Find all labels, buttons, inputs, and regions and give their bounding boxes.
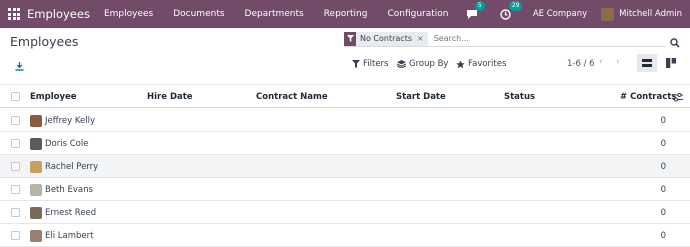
favorites-label: Favorites [468,59,507,69]
messages-badge: 5 [474,0,485,11]
avatar [30,230,42,242]
list-view-button[interactable] [637,54,657,72]
avatar [30,161,42,173]
top-navbar: Employees Employees Documents Department… [0,0,690,28]
table-row[interactable]: Rachel Perry 0 [0,155,690,178]
activities-button[interactable]: 29 [500,0,523,20]
employee-name: Rachel Perry [45,162,99,172]
favorites-button[interactable]: Favorites [456,59,506,69]
contracts-count: 0 [660,116,666,126]
search-bar: No Contracts × [344,31,666,47]
column-hire-date[interactable]: Hire Date [147,92,193,102]
layers-icon [397,60,406,68]
menu-reporting[interactable]: Reporting [324,9,368,19]
filter-icon [352,60,360,68]
kanban-view-icon [666,58,676,68]
menu-configuration[interactable]: Configuration [387,9,448,19]
contracts-count: 0 [660,162,666,172]
search-facet: No Contracts × [356,31,428,46]
row-checkbox[interactable] [11,185,20,194]
optional-columns-icon[interactable] [673,93,683,102]
activities-badge: 29 [508,0,523,11]
user-menu[interactable]: Mitchell Admin [619,9,682,19]
menu-departments[interactable]: Departments [245,9,304,19]
column-employee[interactable]: Employee [30,92,77,102]
table-header: Employee Hire Date Contract Name Start D… [0,84,690,108]
app-title[interactable]: Employees [27,7,90,21]
table-row[interactable]: Beth Evans 0 [0,178,690,201]
contracts-count: 0 [660,208,666,218]
employee-name: Jeffrey Kelly [45,116,95,126]
download-icon[interactable] [15,56,24,75]
user-avatar[interactable] [601,7,615,21]
row-checkbox[interactable] [11,116,20,125]
table-row[interactable]: Jeffrey Kelly 0 [0,109,690,132]
pager-value[interactable]: 1-6 / 6 [567,59,595,69]
chat-icon [466,9,477,19]
facet-remove-icon[interactable]: × [417,34,424,43]
row-checkbox[interactable] [11,162,20,171]
kanban-view-button[interactable] [661,54,681,72]
row-checkbox[interactable] [11,139,20,148]
employee-name: Eli Lambert [45,231,94,241]
table-row[interactable]: Ernest Reed 0 [0,201,690,224]
messages-button[interactable]: 5 [466,0,485,20]
apps-menu-icon[interactable] [8,8,20,20]
column-status[interactable]: Status [504,92,535,102]
employee-name: Doris Cole [45,139,89,149]
avatar [30,115,42,127]
avatar [30,184,42,196]
pager-next-icon[interactable]: › [616,57,620,67]
company-switcher[interactable]: AE Company [533,9,587,19]
avatar [30,207,42,219]
search-icon[interactable] [670,33,680,52]
search-input[interactable] [433,34,594,43]
contracts-count: 0 [660,139,666,149]
filters-button[interactable]: Filters [352,59,388,69]
column-contract-name[interactable]: Contract Name [256,92,328,102]
list-view-icon [642,58,652,67]
column-start-date[interactable]: Start Date [396,92,446,102]
clock-icon [500,8,511,20]
select-all-checkbox[interactable] [11,92,20,101]
contracts-count: 0 [660,185,666,195]
facet-label: No Contracts [360,34,413,43]
avatar [30,138,42,150]
group-by-button[interactable]: Group By [397,59,448,69]
column-contracts-count[interactable]: # Contracts [620,92,676,102]
employee-name: Beth Evans [45,185,93,195]
menu-employees[interactable]: Employees [104,9,153,19]
pager-previous-icon[interactable]: ‹ [599,57,603,67]
group-by-label: Group By [409,59,449,69]
filters-label: Filters [363,59,389,69]
table-row[interactable]: Doris Cole 0 [0,132,690,155]
systray: 5 29 AE Company Mitchell Admin [466,0,690,28]
star-icon [456,59,465,68]
row-checkbox[interactable] [11,208,20,217]
employee-name: Ernest Reed [45,208,97,218]
contracts-count: 0 [660,231,666,241]
row-checkbox[interactable] [11,231,20,240]
menu-documents[interactable]: Documents [173,9,224,19]
page-title: Employees [10,34,79,49]
filter-facet-icon [344,31,356,46]
